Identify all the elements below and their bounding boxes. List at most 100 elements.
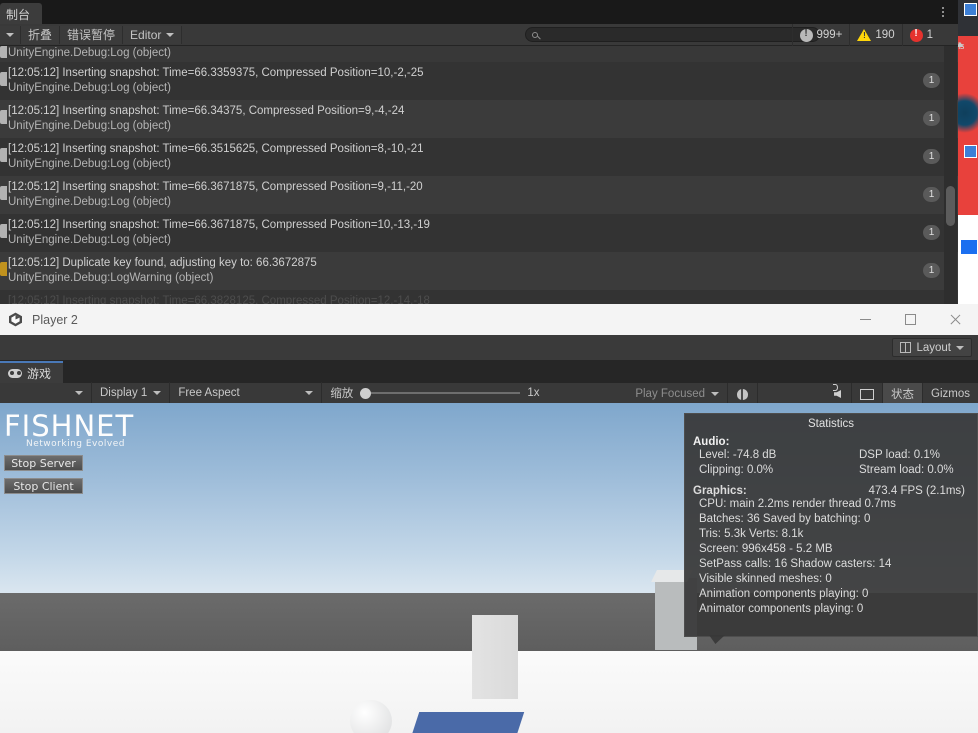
window-controls bbox=[843, 304, 978, 335]
log-count-badge: 1 bbox=[923, 187, 940, 202]
stop-client-button[interactable]: Stop Client bbox=[4, 478, 83, 494]
statistics-title: Statistics bbox=[807, 418, 854, 430]
console-tabbar: 制台 bbox=[0, 0, 958, 24]
log-message: [12:05:12] Inserting snapshot: Time=66.3… bbox=[8, 143, 424, 155]
log-entry[interactable]: [12:05:12] Inserting snapshot: Time=66.3… bbox=[0, 290, 958, 304]
graphics-stat-setpass: SetPass calls: 16 Shadow casters: 14 bbox=[699, 558, 892, 570]
clear-dropdown-button[interactable] bbox=[0, 25, 21, 44]
background-app-icon bbox=[964, 3, 977, 16]
search-icon bbox=[532, 31, 538, 38]
background-app-icon-2 bbox=[964, 145, 977, 158]
console-options-kebab-icon[interactable] bbox=[936, 4, 950, 20]
scene-object-platform bbox=[410, 712, 525, 733]
zoom-slider-knob[interactable] bbox=[360, 387, 372, 399]
game-view-menu-button[interactable] bbox=[0, 382, 92, 404]
log-entry[interactable]: [12:05:12] Inserting snapshot: Time=66.3… bbox=[0, 176, 958, 214]
graphics-stat-skinned-meshes: Visible skinned meshes: 0 bbox=[699, 573, 832, 585]
tab-game[interactable]: 游戏 bbox=[0, 361, 64, 383]
log-count-badge: 1 bbox=[923, 225, 940, 240]
warning-count-toggle[interactable]: 190 bbox=[849, 24, 901, 46]
gamepad-icon bbox=[8, 368, 22, 378]
log-stack: UnityEngine.Debug:Log (object) bbox=[8, 158, 172, 170]
maximize-button[interactable] bbox=[888, 304, 933, 335]
unity-console-window: 制台 折叠 错误暂停 Editor 999+ bbox=[0, 0, 958, 310]
info-count-toggle[interactable]: 999+ bbox=[791, 24, 850, 46]
log-entry[interactable]: UnityEngine.Debug:Log (object) bbox=[0, 46, 958, 62]
log-stack: UnityEngine.Debug:Log (object) bbox=[8, 196, 172, 208]
stop-server-button[interactable]: Stop Server bbox=[4, 455, 83, 471]
zoom-value: 1x bbox=[527, 387, 540, 399]
stats-toggle[interactable]: 状态 bbox=[883, 383, 924, 405]
play-mode-dropdown[interactable]: Play Focused bbox=[627, 383, 729, 405]
chevron-down-icon bbox=[6, 32, 14, 37]
graphics-stat-tris: Tris: 5.3k Verts: 8.1k bbox=[699, 528, 804, 540]
display-dropdown[interactable]: Display 1 bbox=[92, 382, 171, 404]
layout-dropdown[interactable]: Layout bbox=[892, 338, 972, 357]
warning-icon bbox=[857, 29, 872, 41]
zoom-slider[interactable] bbox=[360, 387, 521, 399]
log-type-icon-warning bbox=[0, 262, 7, 276]
zoom-control[interactable]: 缩放 1x bbox=[322, 385, 547, 401]
error-icon bbox=[909, 28, 923, 42]
mute-audio-toggle[interactable] bbox=[824, 383, 853, 405]
console-search-input[interactable] bbox=[525, 27, 820, 42]
tab-game-label: 游戏 bbox=[27, 366, 52, 381]
background-blue-block bbox=[961, 240, 977, 254]
chevron-down-icon bbox=[711, 392, 720, 396]
log-stack: UnityEngine.Debug:Log (object) bbox=[8, 47, 172, 59]
player-titlebar[interactable]: Player 2 bbox=[0, 304, 978, 335]
screen-icon bbox=[860, 388, 875, 400]
log-stack: UnityEngine.Debug:Log (object) bbox=[8, 120, 172, 132]
player-window-title: Player 2 bbox=[32, 312, 78, 327]
editor-dropdown-label: Editor bbox=[130, 27, 162, 42]
log-message: [12:05:12] Inserting snapshot: Time=66.3… bbox=[8, 181, 423, 193]
log-type-icon bbox=[0, 186, 7, 200]
chevron-down-icon bbox=[153, 391, 162, 395]
log-entry[interactable]: [12:05:12] Inserting snapshot: Time=66.3… bbox=[0, 62, 958, 100]
log-message: [12:05:12] Inserting snapshot: Time=66.3… bbox=[8, 219, 430, 231]
audio-stat-row: Clipping: 0.0% Stream load: 0.0% bbox=[685, 463, 977, 478]
editor-dropdown[interactable]: Editor bbox=[123, 25, 183, 44]
log-entry[interactable]: [12:05:12] Duplicate key found, adjustin… bbox=[0, 252, 958, 290]
audio-stat-row: Level: -74.8 dB DSP load: 0.1% bbox=[685, 448, 977, 463]
log-message: [12:05:12] Duplicate key found, adjustin… bbox=[8, 257, 317, 269]
log-entry[interactable]: [12:05:12] Inserting snapshot: Time=66.3… bbox=[0, 138, 958, 176]
log-entry[interactable]: [12:05:12] Inserting snapshot: Time=66.3… bbox=[0, 214, 958, 252]
game-toolbar-right: Play Focused 状态 Gizmos bbox=[627, 383, 978, 405]
info-count-label: 999+ bbox=[816, 29, 843, 41]
zoom-label: 缩放 bbox=[330, 388, 354, 400]
maximize-on-play-toggle[interactable] bbox=[852, 383, 884, 405]
aspect-label: Free Aspect bbox=[178, 387, 240, 399]
chevron-down-icon bbox=[75, 391, 83, 395]
minimize-button[interactable] bbox=[843, 304, 888, 335]
game-view-tabrow: 游戏 bbox=[0, 361, 978, 383]
console-scrollbar-thumb[interactable] bbox=[946, 186, 955, 226]
aspect-dropdown[interactable]: Free Aspect bbox=[170, 382, 323, 404]
game-view-toolbar: Display 1 Free Aspect 缩放 1x Play Focused bbox=[0, 382, 978, 405]
play-mode-label: Play Focused bbox=[635, 388, 706, 400]
collapse-toggle[interactable]: 折叠 bbox=[21, 25, 61, 44]
log-entry[interactable]: [12:05:12] Inserting snapshot: Time=66.3… bbox=[0, 100, 958, 138]
chevron-down-icon bbox=[166, 32, 175, 37]
warning-count-label: 190 bbox=[875, 29, 895, 41]
chevron-down-icon bbox=[305, 391, 314, 395]
console-scrollbar[interactable] bbox=[944, 46, 957, 310]
error-count-toggle[interactable]: 1 bbox=[901, 24, 940, 46]
bug-icon bbox=[737, 388, 749, 400]
console-log-list[interactable]: UnityEngine.Debug:Log (object) [12:05:12… bbox=[0, 46, 958, 310]
graphics-stat-cpu: CPU: main 2.2ms render thread 0.7ms bbox=[699, 498, 896, 510]
log-message: [12:05:12] Inserting snapshot: Time=66.3… bbox=[8, 67, 424, 79]
log-type-icon bbox=[0, 46, 7, 58]
graphics-stat-animation: Animation components playing: 0 bbox=[699, 588, 869, 600]
gizmos-toggle[interactable]: Gizmos bbox=[923, 383, 978, 405]
graphics-heading: Graphics: bbox=[693, 485, 747, 497]
debug-toggle[interactable] bbox=[728, 383, 759, 405]
fps-value: 473.4 FPS (2.1ms) bbox=[868, 485, 965, 497]
tab-console[interactable]: 制台 bbox=[0, 3, 43, 24]
layout-icon bbox=[900, 342, 912, 353]
error-pause-toggle[interactable]: 错误暂停 bbox=[60, 25, 124, 44]
error-count-label: 1 bbox=[926, 29, 933, 41]
audio-heading: Audio: bbox=[693, 436, 730, 448]
close-button[interactable] bbox=[933, 304, 978, 335]
